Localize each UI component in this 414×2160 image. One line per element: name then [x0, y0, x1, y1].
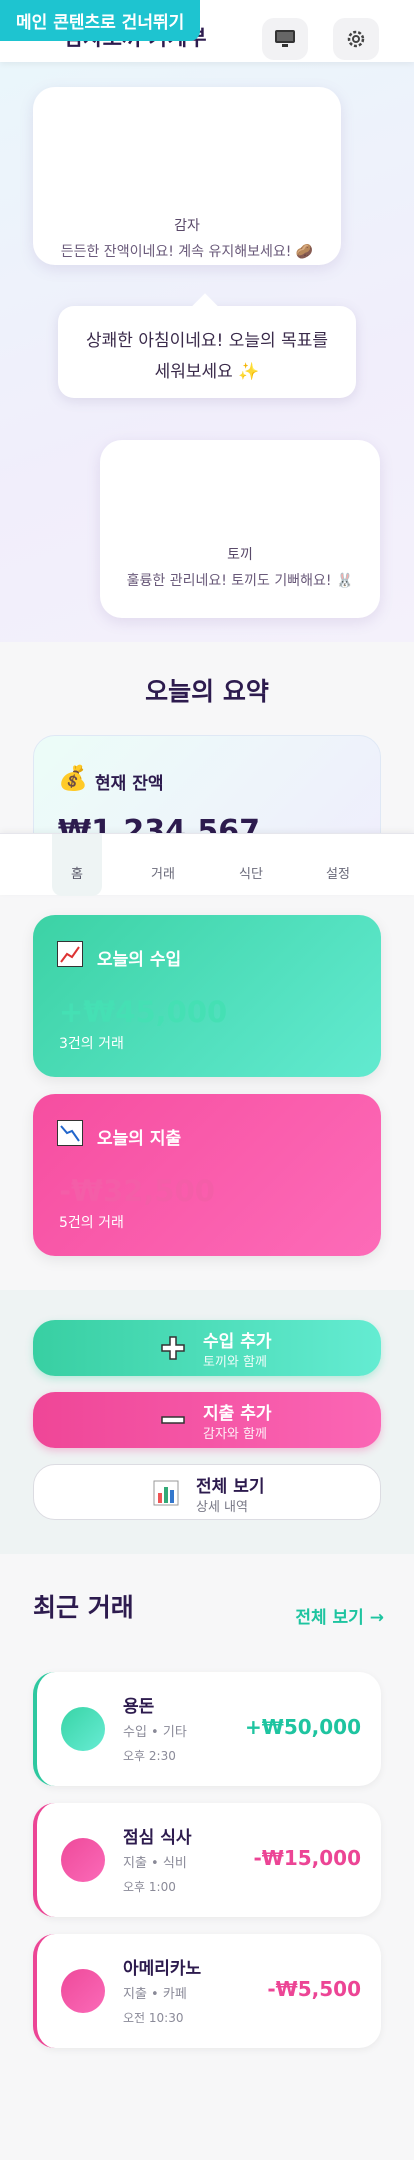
nav-settings[interactable]: 설정 — [313, 834, 363, 896]
minus-icon — [161, 1416, 185, 1424]
add-income-title: 수입 추가 — [203, 1332, 272, 1352]
add-expense-button[interactable]: 지출 추가 감자와 함께 — [33, 1392, 381, 1448]
transaction-time: 오전 10:30 — [123, 2011, 184, 2025]
chart-up-icon — [57, 941, 83, 967]
transaction-amount: +₩50,000 — [245, 1715, 361, 1739]
transaction-item[interactable]: 용돈 수입 • 기타 오후 2:30 +₩50,000 — [33, 1672, 381, 1786]
transaction-amount: -₩15,000 — [253, 1846, 361, 1870]
add-expense-title: 지출 추가 — [203, 1404, 272, 1424]
expense-label: 오늘의 지출 — [97, 1129, 182, 1149]
transaction-amount: -₩5,500 — [267, 1977, 361, 2001]
add-income-button[interactable]: 수입 추가 토끼와 함께 — [33, 1320, 381, 1376]
transaction-meta: 지출 • 식비 — [123, 1856, 187, 1871]
chart-down-icon — [57, 1120, 83, 1146]
bar-chart-icon — [153, 1480, 179, 1506]
gear-icon — [347, 30, 365, 48]
income-value: +₩45,000 — [59, 995, 228, 1029]
screen-toggle-button[interactable] — [262, 18, 308, 60]
add-expense-subtitle: 감자와 함께 — [203, 1427, 267, 1442]
nav-meals[interactable]: 식단 — [226, 834, 276, 896]
monitor-icon — [275, 30, 295, 47]
quick-actions: 수입 추가 토끼와 함께 지출 추가 감자와 함께 전체 보기 상세 내역 — [0, 1290, 414, 1554]
view-all-title: 전체 보기 — [196, 1477, 265, 1497]
transaction-time: 오후 2:30 — [123, 1749, 176, 1763]
transaction-category-dot — [61, 1969, 105, 2013]
settings-button[interactable] — [333, 18, 379, 60]
greeting-line: 세워보세요 ✨ — [154, 362, 260, 382]
transaction-category-dot — [61, 1838, 105, 1882]
income-summary-card: 오늘의 수입 +₩45,000 3건의 거래 — [33, 915, 381, 1077]
nav-home[interactable]: 홈 — [52, 834, 102, 896]
character-hero: 감자 든든한 잔액이네요! 계속 유지해보세요! 🥔 상쾌한 아침이네요! 오늘… — [0, 62, 414, 642]
expense-summary-card: 오늘의 지출 -₩32,500 5건의 거래 — [33, 1094, 381, 1256]
transaction-name: 용돈 — [123, 1697, 155, 1717]
transaction-meta: 지출 • 카페 — [123, 1987, 187, 2002]
plus-icon — [161, 1336, 185, 1360]
skip-to-content-link[interactable]: 메인 콘텐츠로 건너뛰기 — [0, 0, 201, 41]
balance-label: 현재 잔액 — [95, 774, 164, 794]
transaction-item[interactable]: 점심 식사 지출 • 식비 오후 1:00 -₩15,000 — [33, 1803, 381, 1917]
transaction-category-dot — [61, 1707, 105, 1751]
transaction-meta: 수입 • 기타 — [123, 1725, 187, 1740]
recent-title: 최근 거래 — [33, 1593, 134, 1622]
income-count: 3건의 거래 — [59, 1036, 124, 1052]
income-label: 오늘의 수입 — [97, 950, 182, 970]
greeting-bubble: 상쾌한 아침이네요! 오늘의 목표를 세워보세요 ✨ — [58, 306, 356, 398]
character-message: 훌륭한 관리네요! 토끼도 기뻐해요! 🐰 — [126, 573, 354, 589]
character-name: 감자 — [174, 218, 200, 234]
transaction-name: 아메리카노 — [123, 1959, 202, 1979]
rabbit-character-card: 토끼 훌륭한 관리네요! 토끼도 기뻐해요! 🐰 — [100, 440, 380, 618]
bottom-nav: 홈 거래 식단 설정 — [0, 833, 414, 896]
transaction-item[interactable]: 아메리카노 지출 • 카페 오전 10:30 -₩5,500 — [33, 1934, 381, 2048]
expense-value: -₩32,500 — [59, 1174, 215, 1208]
expense-count: 5건의 거래 — [59, 1215, 124, 1231]
character-message: 든든한 잔액이네요! 계속 유지해보세요! 🥔 — [60, 244, 314, 260]
transaction-time: 오후 1:00 — [123, 1880, 176, 1894]
view-all-button[interactable]: 전체 보기 상세 내역 — [33, 1464, 381, 1520]
view-all-link[interactable]: 전체 보기 → — [295, 1603, 384, 1628]
nav-transactions[interactable]: 거래 — [138, 834, 188, 896]
money-bag-icon: 💰 — [58, 764, 88, 792]
summary-title: 오늘의 요약 — [145, 677, 269, 706]
view-all-subtitle: 상세 내역 — [196, 1500, 248, 1515]
greeting-line: 상쾌한 아침이네요! 오늘의 목표를 — [86, 331, 328, 351]
potato-character-card: 감자 든든한 잔액이네요! 계속 유지해보세요! 🥔 — [33, 87, 341, 265]
character-name: 토끼 — [227, 547, 253, 563]
add-income-subtitle: 토끼와 함께 — [203, 1355, 267, 1370]
transaction-name: 점심 식사 — [123, 1828, 192, 1848]
